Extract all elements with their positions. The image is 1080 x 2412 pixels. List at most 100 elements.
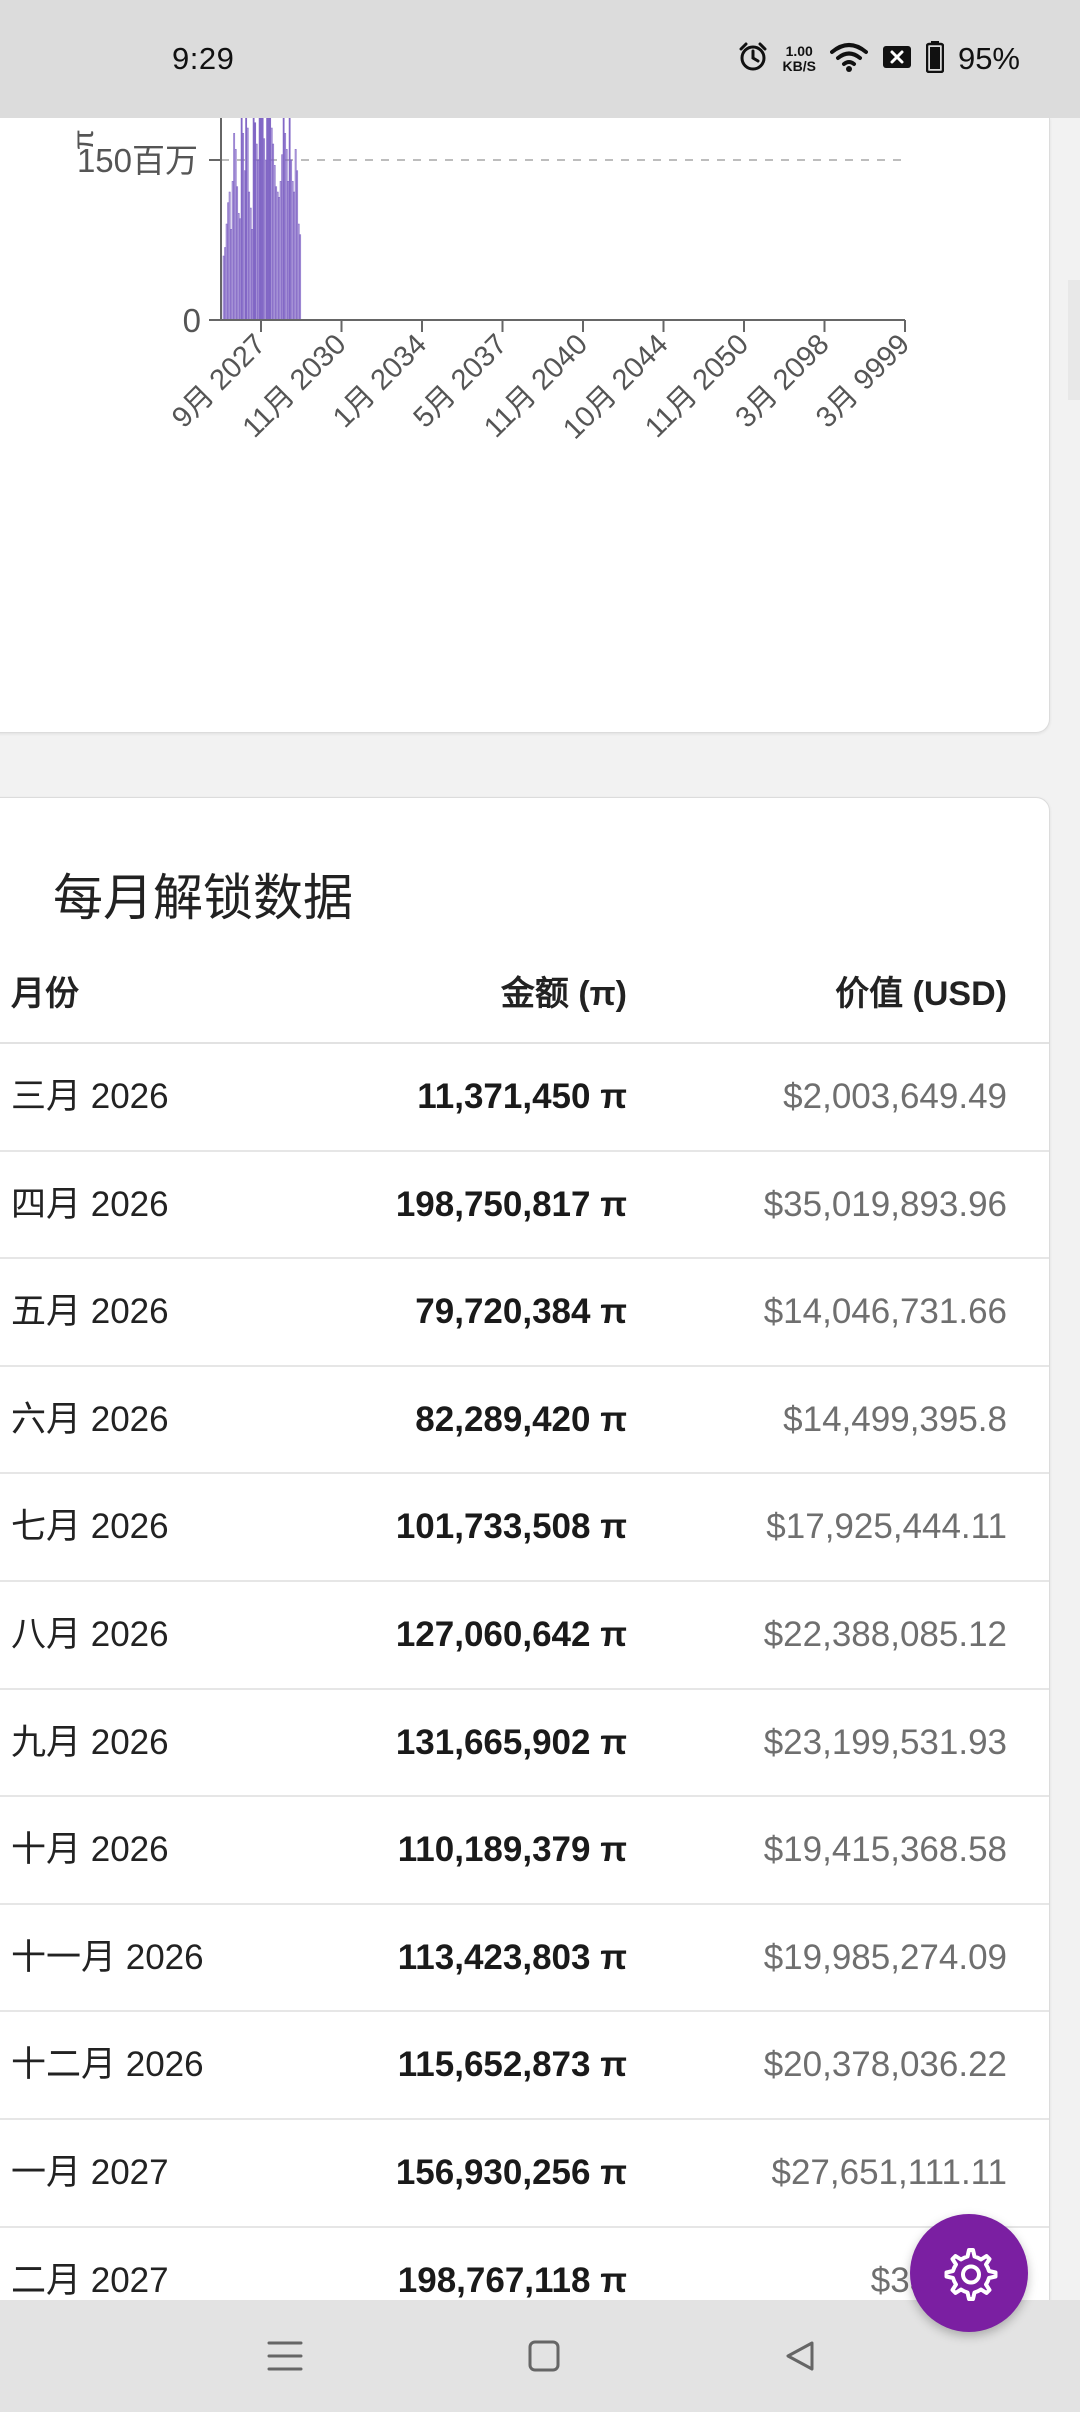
cell-amount: 115,652,873 π <box>397 2045 627 2085</box>
chart-bar[interactable] <box>288 118 291 321</box>
table-row: 一月 2027 156,930,256 π $27,651,111.11 <box>0 2120 1049 2228</box>
chart-bar[interactable] <box>230 229 233 321</box>
chart-bar[interactable] <box>285 149 288 321</box>
cell-amount: 79,720,384 π <box>415 1292 627 1332</box>
chart-bar[interactable] <box>254 122 257 321</box>
chart-bar[interactable] <box>249 207 252 321</box>
cell-amount: 82,289,420 π <box>415 1399 627 1439</box>
chart-bar[interactable] <box>273 165 276 321</box>
chart-bar[interactable] <box>242 133 245 321</box>
chart-bar[interactable] <box>231 181 234 321</box>
chart-bar[interactable] <box>222 255 225 321</box>
chart-bar[interactable] <box>293 191 296 321</box>
table-header-row: 月份 金额 (π) 价值 (USD) <box>0 946 1049 1044</box>
chart-bar[interactable] <box>252 118 255 321</box>
chart-bar[interactable] <box>234 149 237 321</box>
column-header-month[interactable]: 月份 <box>11 946 79 1042</box>
table-row: 六月 2026 82,289,420 π $14,499,395.8 <box>0 1367 1049 1475</box>
notification-x-icon <box>882 42 912 77</box>
cell-month: 八月 2026 <box>11 1614 169 1654</box>
chart-bar[interactable] <box>290 159 293 321</box>
chart-bar[interactable] <box>267 118 270 321</box>
network-speed-unit: KB/S <box>782 58 816 74</box>
chart-bar[interactable] <box>287 181 290 321</box>
chart-bar[interactable] <box>237 213 240 321</box>
menu-button[interactable] <box>255 2328 315 2384</box>
chart-bar[interactable] <box>243 170 246 321</box>
battery-percent: 95% <box>957 41 1020 76</box>
back-icon <box>786 2341 814 2371</box>
column-header-amount[interactable]: 金额 (π) <box>501 946 627 1042</box>
menu-icon <box>267 2341 303 2371</box>
chart-bar[interactable] <box>255 143 258 321</box>
chart-bar[interactable] <box>246 127 249 321</box>
chart-bar[interactable] <box>225 223 228 321</box>
chart-bar[interactable] <box>263 138 266 321</box>
chart-bar[interactable] <box>236 186 239 321</box>
status-bar: 9:29 1.00 KB/S 95% <box>0 0 1080 118</box>
cell-value: $22,388,085.12 <box>763 1614 1007 1654</box>
chart-bar[interactable] <box>264 159 267 321</box>
chart-bar[interactable] <box>248 191 251 321</box>
cell-value: $19,415,368.58 <box>763 1830 1007 1870</box>
cell-value: $14,499,395.8 <box>783 1399 1007 1439</box>
chart-bar[interactable] <box>275 186 278 321</box>
chart-bar[interactable] <box>224 247 227 321</box>
cell-value: $35,019,893.96 <box>763 1184 1007 1224</box>
chart-bar[interactable] <box>240 118 243 321</box>
settings-fab[interactable] <box>910 2214 1028 2332</box>
chart-bar[interactable] <box>276 191 279 321</box>
system-nav-bar <box>0 2300 1080 2412</box>
chart-bar[interactable] <box>245 118 248 321</box>
cell-amount: 127,060,642 π <box>395 1614 627 1654</box>
home-button[interactable] <box>514 2328 574 2384</box>
cell-amount: 110,189,379 π <box>397 1830 627 1870</box>
network-speed: 1.00 KB/S <box>783 44 816 74</box>
chart-bar[interactable] <box>233 133 236 321</box>
chart-bar[interactable] <box>270 127 273 321</box>
chart-bar[interactable] <box>251 229 254 321</box>
chart-bar[interactable] <box>296 170 299 321</box>
table-row: 九月 2026 131,665,902 π $23,199,531.93 <box>0 1690 1049 1798</box>
gear-icon <box>944 2248 998 2301</box>
chart-bar[interactable] <box>294 149 297 321</box>
cell-month: 五月 2026 <box>11 1292 169 1332</box>
table-row: 十二月 2026 115,652,873 π $20,378,036.22 <box>0 2012 1049 2120</box>
chart-bar[interactable] <box>272 143 275 321</box>
chart-bar[interactable] <box>269 118 272 321</box>
cell-month: 十月 2026 <box>11 1830 169 1870</box>
home-icon <box>528 2340 560 2372</box>
cell-month: 十一月 2026 <box>11 1937 204 1977</box>
table-row: 八月 2026 127,060,642 π $22,388,085.12 <box>0 1582 1049 1690</box>
chart-bar[interactable] <box>266 118 269 321</box>
chart-bar[interactable] <box>260 118 263 321</box>
back-button[interactable] <box>770 2328 830 2384</box>
cell-amount: 198,750,817 π <box>395 1184 627 1224</box>
table-row: 十一月 2026 113,423,803 π $19,985,274.09 <box>0 1905 1049 2013</box>
chart-bar[interactable] <box>284 133 287 321</box>
chart-bar[interactable] <box>257 159 260 321</box>
chart-bar[interactable] <box>281 154 284 321</box>
chart-bar[interactable] <box>279 181 282 321</box>
unlock-bar-chart: π 150百万 0 9月 202711月 20301月 20345月 20371… <box>67 118 916 446</box>
chart-bar[interactable] <box>297 223 300 321</box>
table-row: 三月 2026 11,371,450 π $2,003,649.49 <box>0 1044 1049 1152</box>
cell-value: $19,985,274.09 <box>763 1937 1007 1977</box>
chart-bar[interactable] <box>282 118 285 321</box>
cell-month: 三月 2026 <box>11 1077 169 1116</box>
chart-bar[interactable] <box>291 181 294 321</box>
table-row: 十月 2026 110,189,379 π $19,415,368.58 <box>0 1797 1049 1905</box>
cell-amount: 131,665,902 π <box>395 1722 627 1762</box>
chart-bar[interactable] <box>239 218 242 321</box>
chart-bar[interactable] <box>227 202 230 321</box>
chart-bar[interactable] <box>228 191 231 321</box>
chart-bar[interactable] <box>261 118 264 321</box>
column-header-value[interactable]: 价值 (USD) <box>835 946 1007 1042</box>
chart-bar[interactable] <box>258 118 261 321</box>
chart-bar[interactable] <box>278 197 281 321</box>
y-tick-label: 150百万 <box>77 142 198 179</box>
battery-icon <box>925 40 945 78</box>
scrollbar-track[interactable] <box>1068 280 1080 400</box>
table-row: 四月 2026 198,750,817 π $35,019,893.96 <box>0 1152 1049 1260</box>
chart-bar[interactable] <box>299 234 302 321</box>
